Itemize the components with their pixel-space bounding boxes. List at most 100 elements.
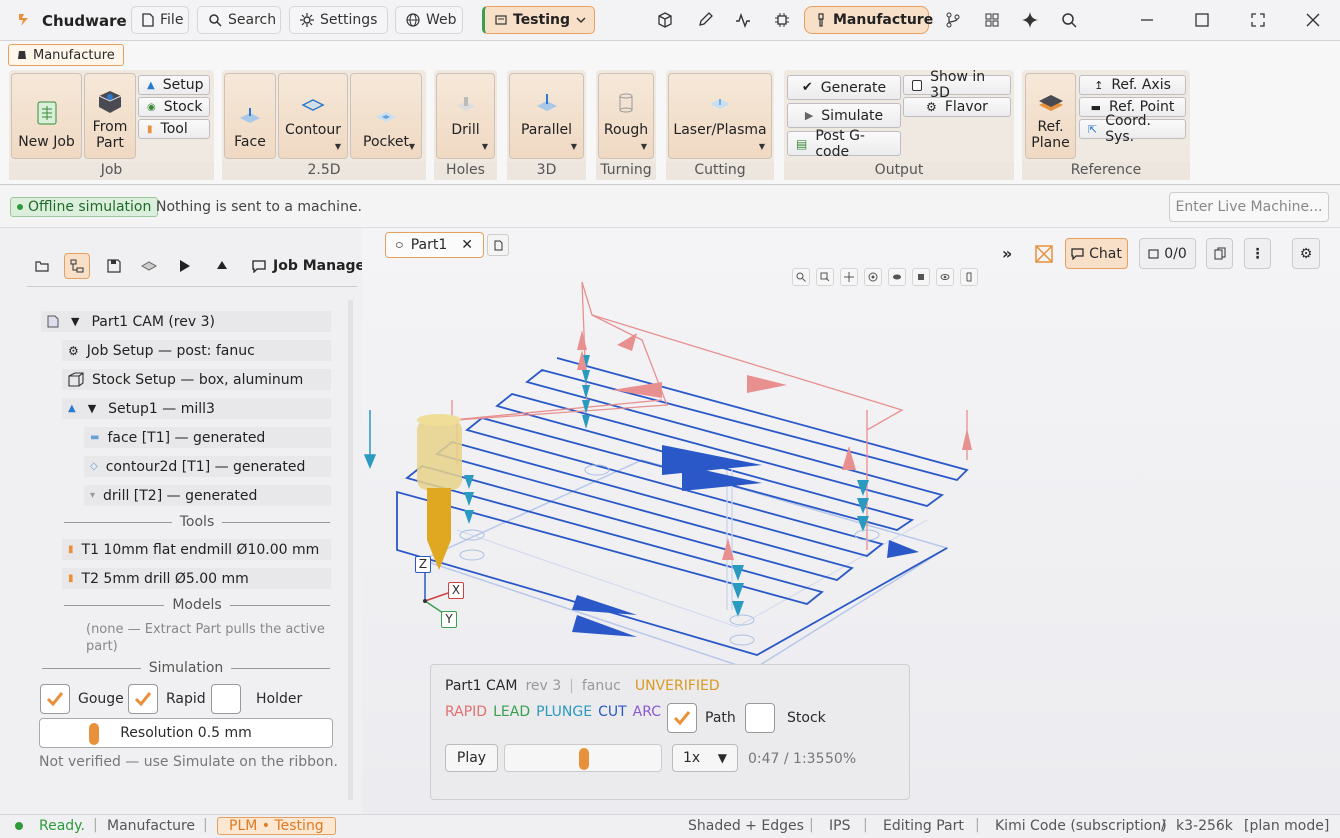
show-in-3d-checkbox[interactable] xyxy=(912,79,923,91)
minimize-icon[interactable] xyxy=(1127,6,1167,34)
chip-icon[interactable] xyxy=(767,6,797,34)
path-toggle[interactable]: Path xyxy=(667,703,736,733)
expand-caret-icon[interactable]: ▼ xyxy=(88,402,96,415)
setup-button[interactable]: ▲ Setup xyxy=(138,75,210,95)
bar-context: k3-256k xyxy=(1176,818,1233,834)
close-tab-icon[interactable]: ✕ xyxy=(461,237,473,253)
stock-checkbox[interactable] xyxy=(745,703,775,733)
ref-axis-button[interactable]: ↥ Ref. Axis xyxy=(1079,75,1186,95)
gouge-checkbox[interactable] xyxy=(40,684,70,714)
rough-button[interactable]: Rough ▼ xyxy=(598,73,654,159)
chat-icon xyxy=(1071,247,1084,260)
flavor-button[interactable]: ⚙ Flavor xyxy=(903,97,1011,117)
more-icon[interactable]: ⋮ xyxy=(1244,238,1271,269)
pocket-button[interactable]: Pocket ▼ xyxy=(350,73,422,159)
rapid-toggle[interactable]: Rapid xyxy=(128,684,206,714)
workspace-manufacture[interactable]: Manufacture xyxy=(804,6,933,34)
tool-row-t1[interactable]: ▮ T1 10mm flat endmill Ø10.00 mm xyxy=(62,539,331,560)
doc-tab-part1[interactable]: Part1 ✕ xyxy=(385,232,484,258)
show-in-3d-toggle[interactable]: Show in 3D xyxy=(903,69,1011,101)
stock-toggle[interactable]: Stock xyxy=(745,703,826,733)
holder-checkbox[interactable] xyxy=(211,684,241,714)
gouge-toggle[interactable]: Gouge xyxy=(40,684,124,714)
from-part-button[interactable]: From Part xyxy=(84,73,136,159)
rough-dropdown-icon[interactable]: ▼ xyxy=(641,139,647,155)
tree-item-setup1[interactable]: ▲ ▼ Setup1 — mill3 xyxy=(62,398,331,419)
fullscreen-icon[interactable] xyxy=(1238,6,1278,34)
new-job-button[interactable]: New Job xyxy=(11,73,82,159)
tree-item-job-setup[interactable]: ⚙ Job Setup — post: fanuc xyxy=(62,340,331,361)
ribbon-tab-manufacture[interactable]: Manufacture xyxy=(8,44,124,66)
laser-plasma-button[interactable]: Laser/Plasma ▼ xyxy=(668,73,772,159)
layers-icon[interactable] xyxy=(137,255,161,277)
save-icon[interactable] xyxy=(102,255,126,277)
contour-dropdown-icon[interactable]: ▼ xyxy=(335,139,341,155)
tree-item-face[interactable]: ▬ face [T1] — generated xyxy=(84,427,331,448)
resolution-slider[interactable]: Resolution 0.5 mm xyxy=(39,718,333,748)
tree-view-icon[interactable] xyxy=(64,253,90,279)
eject-icon[interactable] xyxy=(210,255,234,277)
coord-sys-button[interactable]: ⇱ Coord. Sys. xyxy=(1079,113,1186,145)
stock-button[interactable]: ◉ Stock xyxy=(138,97,210,117)
plm-badge[interactable]: PLM • Testing xyxy=(217,817,336,835)
message-counter[interactable]: 0/0 xyxy=(1139,238,1196,269)
parallel-button[interactable]: Parallel ▼ xyxy=(509,73,584,159)
pocket-dropdown-icon[interactable]: ▼ xyxy=(409,139,415,155)
view-cube-icon[interactable] xyxy=(1033,243,1055,265)
ref-plane-button[interactable]: Ref. Plane xyxy=(1025,73,1076,159)
face-button[interactable]: Face xyxy=(224,73,276,159)
holder-toggle[interactable]: Holder xyxy=(211,684,302,714)
tree-item-contour2d[interactable]: ◇ contour2d [T1] — generated xyxy=(84,456,331,477)
cube-icon[interactable] xyxy=(650,6,680,34)
sparkle-icon[interactable] xyxy=(1015,6,1045,34)
speed-select[interactable]: 1x ▼ xyxy=(672,744,738,772)
rapid-checkbox[interactable] xyxy=(128,684,158,714)
chat-button[interactable]: Chat xyxy=(1065,238,1128,269)
grid-icon[interactable] xyxy=(977,6,1007,34)
bar-plan-mode[interactable]: [plan mode] xyxy=(1244,818,1329,834)
bar-units[interactable]: IPS xyxy=(829,818,850,834)
branch-icon[interactable] xyxy=(938,6,968,34)
generate-button[interactable]: ✔ Generate xyxy=(787,75,901,100)
progress-slider[interactable] xyxy=(504,744,662,772)
bar-model[interactable]: Kimi Code (subscription) xyxy=(995,818,1167,834)
path-checkbox[interactable] xyxy=(667,703,697,733)
post-gcode-button[interactable]: ▤ Post G-code xyxy=(787,128,901,160)
expand-caret-icon[interactable]: ▼ xyxy=(71,315,79,328)
environment-dropdown[interactable]: Testing xyxy=(482,6,595,34)
maximize-icon[interactable] xyxy=(1182,6,1222,34)
sim-state: UNVERIFIED xyxy=(634,678,720,694)
tree-item-drill[interactable]: ▾ drill [T2] — generated xyxy=(84,485,331,506)
close-icon[interactable] xyxy=(1293,6,1333,34)
enter-live-machine-button[interactable]: Enter Live Machine... xyxy=(1169,192,1329,222)
sim-header: Part1 CAM rev 3 | fanuc UNVERIFIED xyxy=(445,678,720,694)
resolution-slider-handle[interactable] xyxy=(89,723,99,745)
laser-dropdown-icon[interactable]: ▼ xyxy=(759,139,765,155)
settings-menu[interactable]: Settings xyxy=(289,6,388,34)
parallel-dropdown-icon[interactable]: ▼ xyxy=(571,139,577,155)
tree-item-cam[interactable]: ▼ Part1 CAM (rev 3) xyxy=(41,311,331,332)
new-tab-icon[interactable] xyxy=(487,234,509,256)
pencil-icon[interactable] xyxy=(690,6,720,34)
progress-handle[interactable] xyxy=(579,748,589,770)
viewport-settings-icon[interactable]: ⚙ xyxy=(1292,238,1320,269)
tree-item-stock-setup[interactable]: Stock Setup — box, aluminum xyxy=(62,369,331,390)
open-folder-icon[interactable] xyxy=(30,255,54,277)
collapse-panel-icon[interactable]: » xyxy=(1002,244,1012,263)
simulate-button[interactable]: ▶ Simulate xyxy=(787,103,901,128)
tree-scrollbar[interactable] xyxy=(348,300,353,800)
contour-button[interactable]: Contour ▼ xyxy=(278,73,348,159)
play-icon[interactable] xyxy=(173,255,197,277)
search-menu[interactable]: Search xyxy=(197,6,281,34)
tool-row-t2[interactable]: ▮ T2 5mm drill Ø5.00 mm xyxy=(62,568,331,589)
bar-shading[interactable]: Shaded + Edges xyxy=(688,818,804,834)
search-icon-global[interactable] xyxy=(1054,6,1084,34)
drill-dropdown-icon[interactable]: ▼ xyxy=(482,139,488,155)
activity-icon[interactable] xyxy=(728,6,758,34)
drill-button[interactable]: Drill ▼ xyxy=(436,73,495,159)
copy-icon[interactable] xyxy=(1206,238,1233,269)
web-menu[interactable]: Web xyxy=(395,6,463,34)
play-button[interactable]: Play xyxy=(445,744,498,772)
tool-button[interactable]: ▮ Tool xyxy=(138,119,210,139)
file-menu[interactable]: File xyxy=(131,6,189,34)
